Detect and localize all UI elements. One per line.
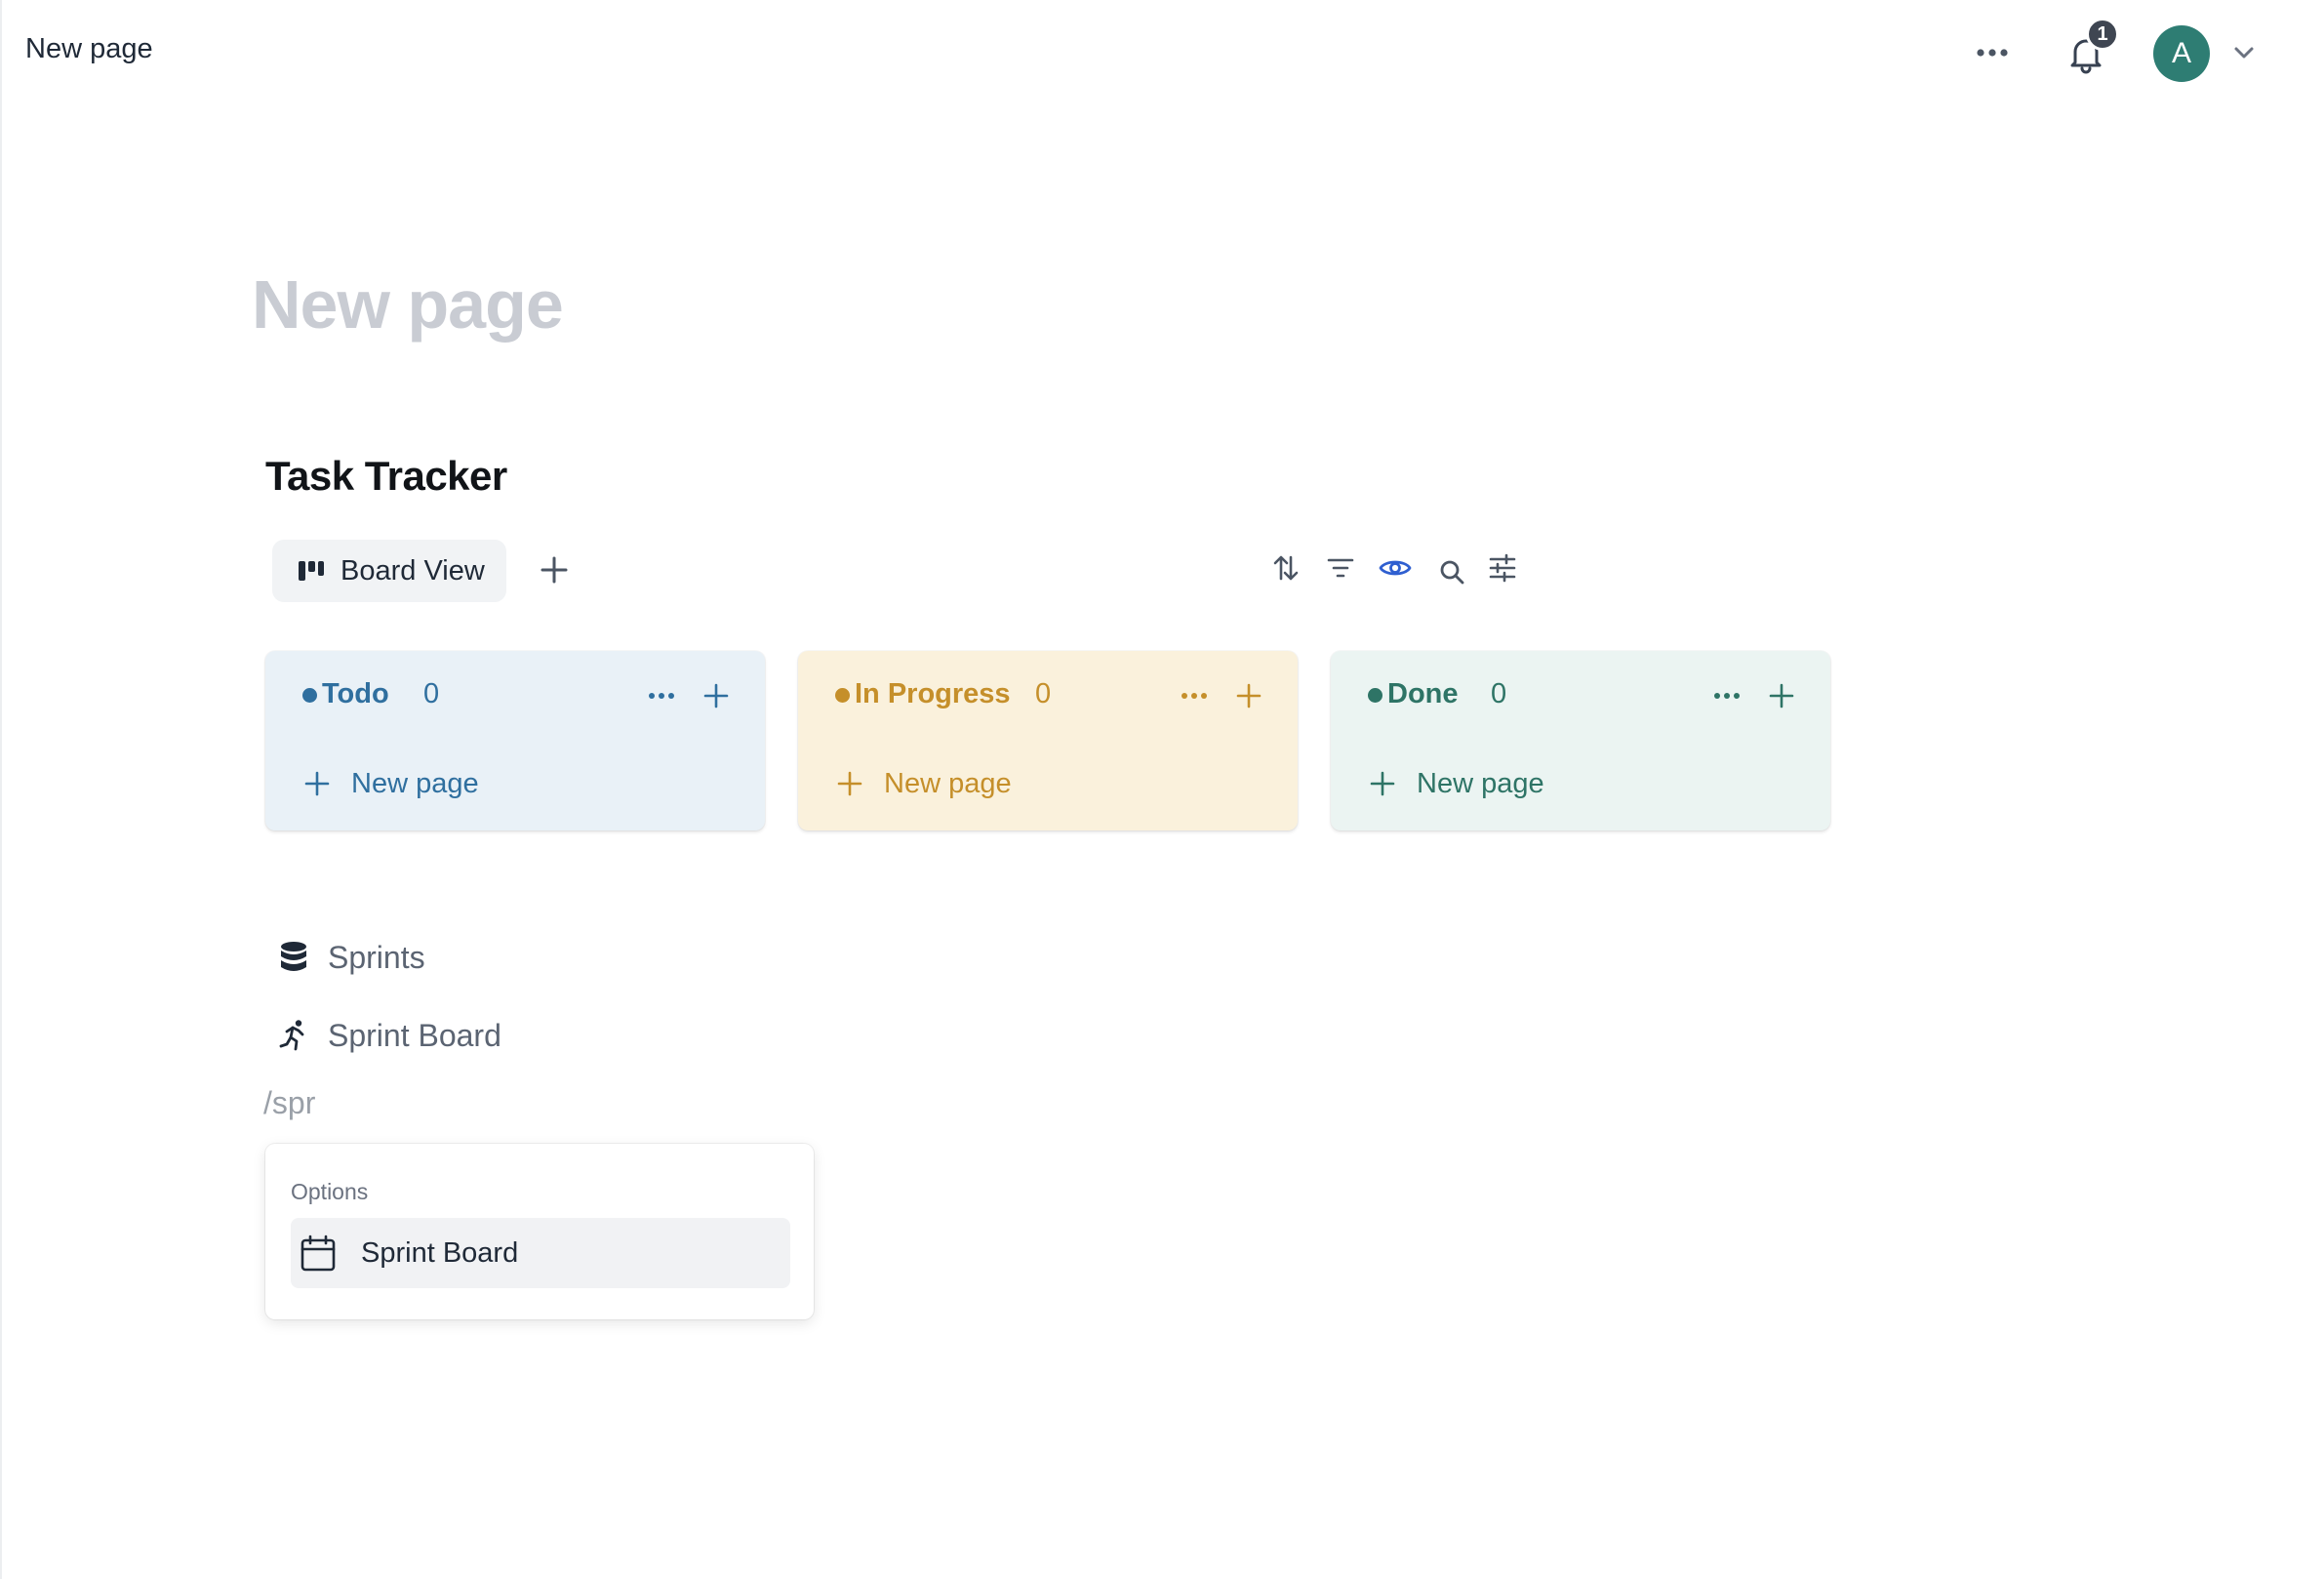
status-dot	[1368, 688, 1382, 703]
more-horizontal-icon	[1714, 693, 1740, 699]
search-button[interactable]	[1430, 550, 1473, 593]
status-dot	[302, 688, 317, 703]
running-icon	[279, 1020, 304, 1051]
plus-icon	[1370, 771, 1395, 796]
menu-section-label: Options	[291, 1179, 369, 1204]
search-icon	[1440, 560, 1464, 585]
column-count: 0	[1035, 678, 1052, 709]
board-column-in-progress: In Progress 0 New page	[798, 651, 1298, 830]
top-actions: 1 A	[1934, 0, 2324, 107]
database-icon	[281, 942, 306, 971]
database-toolbar	[1264, 547, 1538, 595]
avatar[interactable]: A	[2153, 25, 2210, 82]
chevron-down-icon	[2234, 47, 2254, 59]
more-horizontal-icon	[1182, 693, 1207, 699]
new-page-button[interactable]: New page	[837, 762, 1012, 805]
menu-item-label: Sprint Board	[361, 1236, 519, 1269]
linked-page-label: Sprint Board	[328, 1017, 501, 1053]
plus-icon	[1236, 683, 1262, 709]
top-bar: New page 1 A	[0, 0, 2324, 107]
notifications-button[interactable]: 1	[2055, 18, 2119, 86]
sliders-icon	[1489, 553, 1516, 583]
menu-item-sprint-board[interactable]: Sprint Board	[291, 1218, 790, 1288]
linked-page-sprints[interactable]: Sprints	[279, 933, 425, 982]
column-add-button[interactable]	[1760, 674, 1803, 717]
column-name: Done	[1387, 678, 1459, 709]
new-page-button[interactable]: New page	[304, 762, 479, 805]
tab-label: Board View	[341, 554, 485, 587]
eye-icon	[1379, 560, 1412, 576]
database-title[interactable]: Task Tracker	[265, 453, 507, 500]
slash-command-menu: Options Sprint Board	[265, 1144, 814, 1319]
linked-page-sprint-board[interactable]: Sprint Board	[279, 1011, 501, 1060]
column-header: Todo 0	[265, 651, 765, 739]
column-header: Done 0	[1331, 651, 1830, 739]
account-menu-toggle[interactable]	[2228, 37, 2260, 68]
slash-command-input[interactable]: /spr	[263, 1085, 315, 1121]
more-horizontal-icon	[649, 693, 674, 699]
column-count: 0	[1491, 678, 1507, 709]
column-add-button[interactable]	[695, 674, 738, 717]
sort-icon	[1273, 555, 1299, 581]
column-name: In Progress	[855, 678, 1011, 709]
more-horizontal-icon	[1977, 49, 2008, 57]
plus-icon	[837, 771, 862, 796]
board-column-todo: Todo 0 New page	[265, 651, 765, 830]
sort-button[interactable]	[1264, 547, 1307, 589]
settings-button[interactable]	[1481, 547, 1524, 589]
page-title[interactable]: New page	[252, 265, 564, 344]
plus-icon	[1769, 683, 1794, 709]
column-more-button[interactable]	[640, 674, 683, 717]
notification-badge: 1	[2086, 18, 2119, 51]
filter-icon	[1327, 558, 1354, 578]
plus-icon	[703, 683, 729, 709]
page-edge	[0, 0, 2, 1579]
column-name: Todo	[322, 678, 389, 709]
plus-icon	[541, 556, 568, 584]
linked-page-label: Sprints	[328, 939, 425, 975]
column-add-button[interactable]	[1227, 674, 1270, 717]
column-header: In Progress 0	[798, 651, 1298, 739]
column-count: 0	[423, 678, 440, 709]
visibility-button[interactable]	[1374, 547, 1417, 589]
breadcrumb[interactable]: New page	[25, 33, 153, 65]
new-page-label: New page	[884, 767, 1012, 799]
filter-button[interactable]	[1319, 547, 1362, 589]
plus-icon	[304, 771, 330, 796]
column-more-button[interactable]	[1705, 674, 1748, 717]
new-page-label: New page	[351, 767, 479, 799]
status-dot	[835, 688, 850, 703]
board-view-icon	[299, 561, 324, 581]
board-column-done: Done 0 New page	[1331, 651, 1830, 830]
column-more-button[interactable]	[1173, 674, 1216, 717]
tab-board-view[interactable]: Board View	[272, 540, 506, 602]
new-page-label: New page	[1417, 767, 1544, 799]
more-options-button[interactable]	[1965, 25, 2020, 80]
new-page-button[interactable]: New page	[1370, 762, 1544, 805]
add-view-button[interactable]	[533, 548, 576, 591]
calendar-icon	[301, 1235, 336, 1272]
